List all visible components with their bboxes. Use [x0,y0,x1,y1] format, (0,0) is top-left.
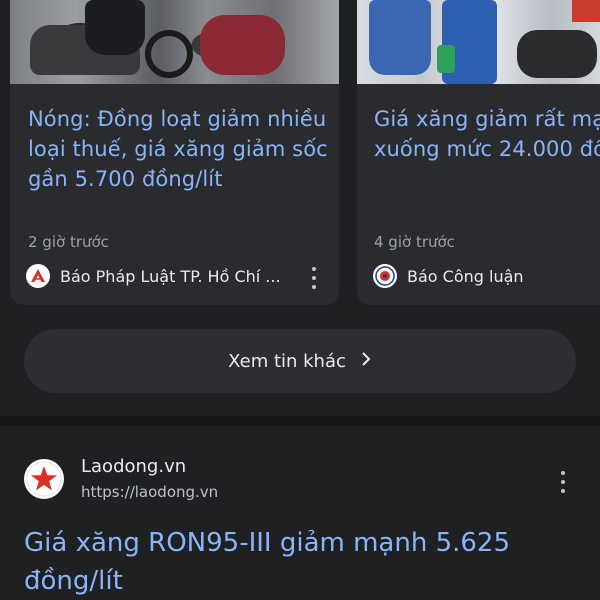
news-card-time: 2 giờ trước [28,233,109,251]
news-card-title[interactable]: Giá xăng giảm rất mạnh xuống mức 24.000 … [374,104,600,164]
news-card-time: 4 giờ trước [374,233,455,251]
news-thumbnail[interactable] [10,0,339,84]
news-thumbnail[interactable] [357,0,600,84]
more-news-label: Xem tin khác [228,350,346,372]
more-options-icon[interactable] [556,471,570,493]
news-card-source: Báo Pháp Luật TP. Hồ Chí ... [26,264,281,288]
more-news-button[interactable]: Xem tin khác [24,329,576,393]
publisher-logo-icon [373,264,397,288]
section-divider [0,416,600,426]
news-card-title[interactable]: Nóng: Đồng loạt giảm nhiều loại thuế, gi… [28,104,333,194]
screen: Nóng: Đồng loạt giảm nhiều loại thuế, gi… [0,0,600,600]
result-title-link[interactable]: Giá xăng RON95-III giảm mạnh 5.625 đồng/… [24,524,584,600]
publisher-logo-icon [26,264,50,288]
result-site-name[interactable]: Laodong.vn [81,456,186,477]
news-card[interactable]: Giá xăng giảm rất mạnh xuống mức 24.000 … [357,0,600,305]
news-card[interactable]: Nóng: Đồng loạt giảm nhiều loại thuế, gi… [10,0,339,305]
more-options-icon[interactable] [307,267,321,289]
result-url[interactable]: https://laodong.vn [81,483,218,501]
chevron-right-icon [360,351,372,372]
news-card-source: Báo Công luận [373,264,524,288]
news-card-source-name: Báo Pháp Luật TP. Hồ Chí ... [60,266,281,286]
site-favicon-icon [24,459,64,499]
news-card-source-name: Báo Công luận [407,266,524,286]
